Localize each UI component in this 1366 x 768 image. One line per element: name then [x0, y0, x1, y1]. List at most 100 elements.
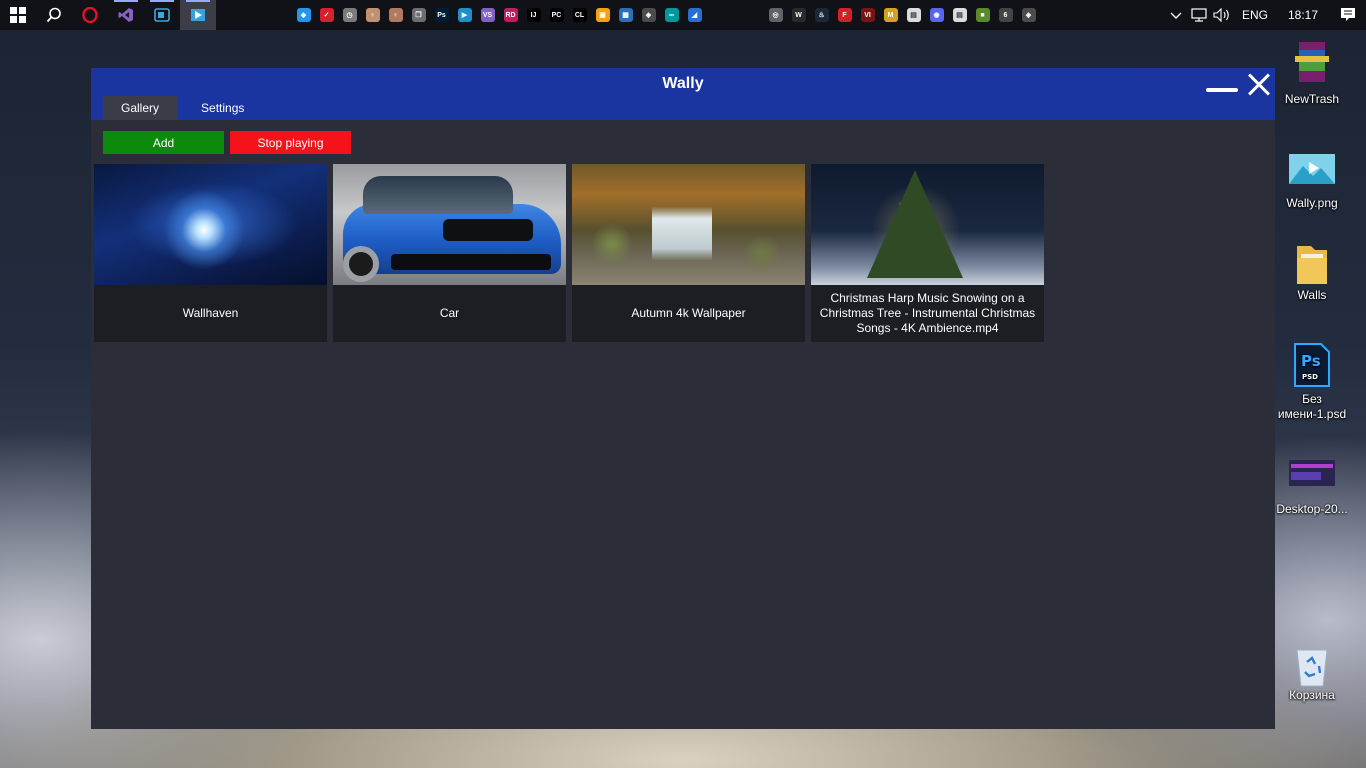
- pinned-tray-right: ◎ W ♨ F VI M ▤ ◉ ▤ ■ 6 ◈: [764, 0, 1040, 30]
- clock[interactable]: 18:17: [1276, 8, 1330, 22]
- wally-icon: [191, 9, 205, 21]
- close-button[interactable]: [1247, 73, 1271, 97]
- photoshop-icon: Ps: [434, 8, 449, 22]
- taskbar-app-copy[interactable]: ❐: [407, 0, 430, 30]
- desktop-icon-wally-png[interactable]: Wally.png: [1276, 154, 1348, 211]
- wallpaper-thumbnail: [811, 164, 1044, 285]
- taskbar-app-media[interactable]: [144, 0, 180, 30]
- desktop-icon-desktop-video[interactable]: Desktop-20...: [1276, 460, 1348, 517]
- taskbar: ◆ ✓ ◷ ♀ ♀ ❐ Ps ▶ VS RD IJ PC CL ▣ ▦ ◈ ∞ ◢ ◎ W ♨ F VI M ▤ ◉ ▤ ■ 6 ◈ E…: [0, 0, 1366, 30]
- rider-icon: RD: [503, 8, 518, 22]
- taskbar-app-forza[interactable]: F: [833, 0, 856, 30]
- taskbar-app-character[interactable]: ♀: [361, 0, 384, 30]
- desktop-icon-label: Walls: [1297, 288, 1327, 302]
- taskbar-app-epic[interactable]: W: [787, 0, 810, 30]
- car-wheel-shape: [343, 246, 379, 282]
- vi-icon: VI: [860, 8, 875, 22]
- character-icon: ♀: [365, 8, 380, 22]
- window-icon: ▣: [595, 8, 610, 22]
- document-icon: ▤: [952, 8, 967, 22]
- toolbar: Add Stop playing: [103, 131, 351, 154]
- taskbar-app-visual-studio[interactable]: VS: [476, 0, 499, 30]
- arduino-icon: ∞: [664, 8, 679, 22]
- desktop-icon-psd[interactable]: Ps PSD Без имени-1.psd: [1276, 342, 1348, 422]
- taskbar-app-pycharm[interactable]: PC: [545, 0, 568, 30]
- taskbar-app-check[interactable]: ✓: [315, 0, 338, 30]
- document-icon: ▤: [906, 8, 921, 22]
- taskbar-app-clion[interactable]: CL: [568, 0, 591, 30]
- minimize-button[interactable]: [1206, 82, 1238, 98]
- taskbar-app-character[interactable]: ♀: [384, 0, 407, 30]
- taskbar-app-document[interactable]: ▤: [902, 0, 925, 30]
- taskbar-app-arduino[interactable]: ∞: [660, 0, 683, 30]
- pinned-tray-left: ◆ ✓ ◷ ♀ ♀ ❐ Ps ▶ VS RD IJ PC CL ▣ ▦ ◈ ∞ ◢: [292, 0, 706, 30]
- gallery-card[interactable]: Car: [333, 164, 566, 342]
- car-grille-shape: [443, 219, 533, 241]
- desktop-icon-newtrash[interactable]: NewTrash: [1276, 40, 1348, 107]
- language-indicator[interactable]: ENG: [1234, 8, 1276, 22]
- gallery-card[interactable]: Wallhaven: [94, 164, 327, 342]
- taskbar-app-docker[interactable]: ◆: [292, 0, 315, 30]
- tab-settings[interactable]: Settings: [183, 96, 262, 120]
- taskbar-app-video[interactable]: ▶: [453, 0, 476, 30]
- taskbar-app-minecraft[interactable]: ■: [971, 0, 994, 30]
- volume-button[interactable]: [1211, 0, 1234, 30]
- gallery-card-caption: Autumn 4k Wallpaper: [631, 306, 746, 320]
- photoshop-file-icon: Ps PSD: [1293, 342, 1331, 387]
- car-bumper-shape: [391, 254, 551, 270]
- taskbar-app-clock[interactable]: ◷: [338, 0, 361, 30]
- winrar-archive-icon: [1293, 40, 1331, 82]
- desktop-icon-walls[interactable]: Walls: [1276, 242, 1348, 303]
- taskbar-app-photoshop[interactable]: Ps: [430, 0, 453, 30]
- taskbar-app-visual-studio[interactable]: [108, 0, 144, 30]
- video-file-icon: [1289, 460, 1335, 498]
- action-center-button[interactable]: [1330, 0, 1366, 30]
- taskbar-app-intellij[interactable]: IJ: [522, 0, 545, 30]
- wally-window: Wally Gallery Settings Add Stop playing …: [91, 68, 1275, 729]
- epic-icon: W: [791, 8, 806, 22]
- search-button[interactable]: [36, 0, 72, 30]
- tab-gallery[interactable]: Gallery: [103, 96, 178, 120]
- wallpaper-gallery: Wallhaven Car Autumn 4k Wallpaper Christ…: [94, 164, 1044, 342]
- search-icon: [46, 7, 61, 23]
- taskbar-app-steam[interactable]: ♨: [810, 0, 833, 30]
- network-button[interactable]: [1188, 0, 1211, 30]
- minimize-icon: [1206, 88, 1238, 92]
- taskbar-app-unity[interactable]: ◈: [1017, 0, 1040, 30]
- christmas-tree-shape: [867, 170, 963, 278]
- desktop-icon-label: NewTrash: [1284, 92, 1340, 106]
- taskbar-app-image[interactable]: ▦: [614, 0, 637, 30]
- taskbar-app-rider[interactable]: RD: [499, 0, 522, 30]
- taskbar-app-wally[interactable]: [180, 0, 216, 30]
- stop-playing-button[interactable]: Stop playing: [230, 131, 351, 154]
- taskbar-app-mego[interactable]: M: [879, 0, 902, 30]
- notification-icon: [1341, 8, 1355, 21]
- svg-text:PSD: PSD: [1302, 373, 1318, 381]
- video-icon: [154, 8, 170, 22]
- taskbar-app-app[interactable]: 6: [994, 0, 1017, 30]
- clock-icon: ◷: [342, 8, 357, 22]
- taskbar-app-vi[interactable]: VI: [856, 0, 879, 30]
- gallery-card[interactable]: Christmas Harp Music Snowing on a Christ…: [811, 164, 1044, 342]
- volume-icon: [1213, 8, 1230, 22]
- add-button[interactable]: Add: [103, 131, 224, 154]
- start-button[interactable]: [0, 0, 36, 30]
- wallpaper-thumbnail: [572, 164, 805, 285]
- title-bar[interactable]: Wally Gallery Settings: [91, 68, 1275, 120]
- opera-icon: [82, 7, 98, 23]
- taskbar-app-document[interactable]: ▤: [948, 0, 971, 30]
- taskbar-app-blender[interactable]: ◢: [683, 0, 706, 30]
- taskbar-app-window[interactable]: ▣: [591, 0, 614, 30]
- show-hidden-icons-button[interactable]: [1165, 0, 1188, 30]
- taskbar-app-unity[interactable]: ◈: [637, 0, 660, 30]
- wallpaper-thumbnail: [94, 164, 327, 285]
- recycle-bin-icon: [1293, 646, 1331, 687]
- taskbar-app-opera[interactable]: [72, 0, 108, 30]
- app-icon: 6: [998, 8, 1013, 22]
- taskbar-app-chrome[interactable]: ◎: [764, 0, 787, 30]
- gallery-card-caption: Christmas Harp Music Snowing on a Christ…: [819, 291, 1036, 335]
- gallery-card[interactable]: Autumn 4k Wallpaper: [572, 164, 805, 342]
- mego-icon: M: [883, 8, 898, 22]
- taskbar-app-discord[interactable]: ◉: [925, 0, 948, 30]
- desktop-icon-recycle-bin[interactable]: Корзина: [1276, 646, 1348, 703]
